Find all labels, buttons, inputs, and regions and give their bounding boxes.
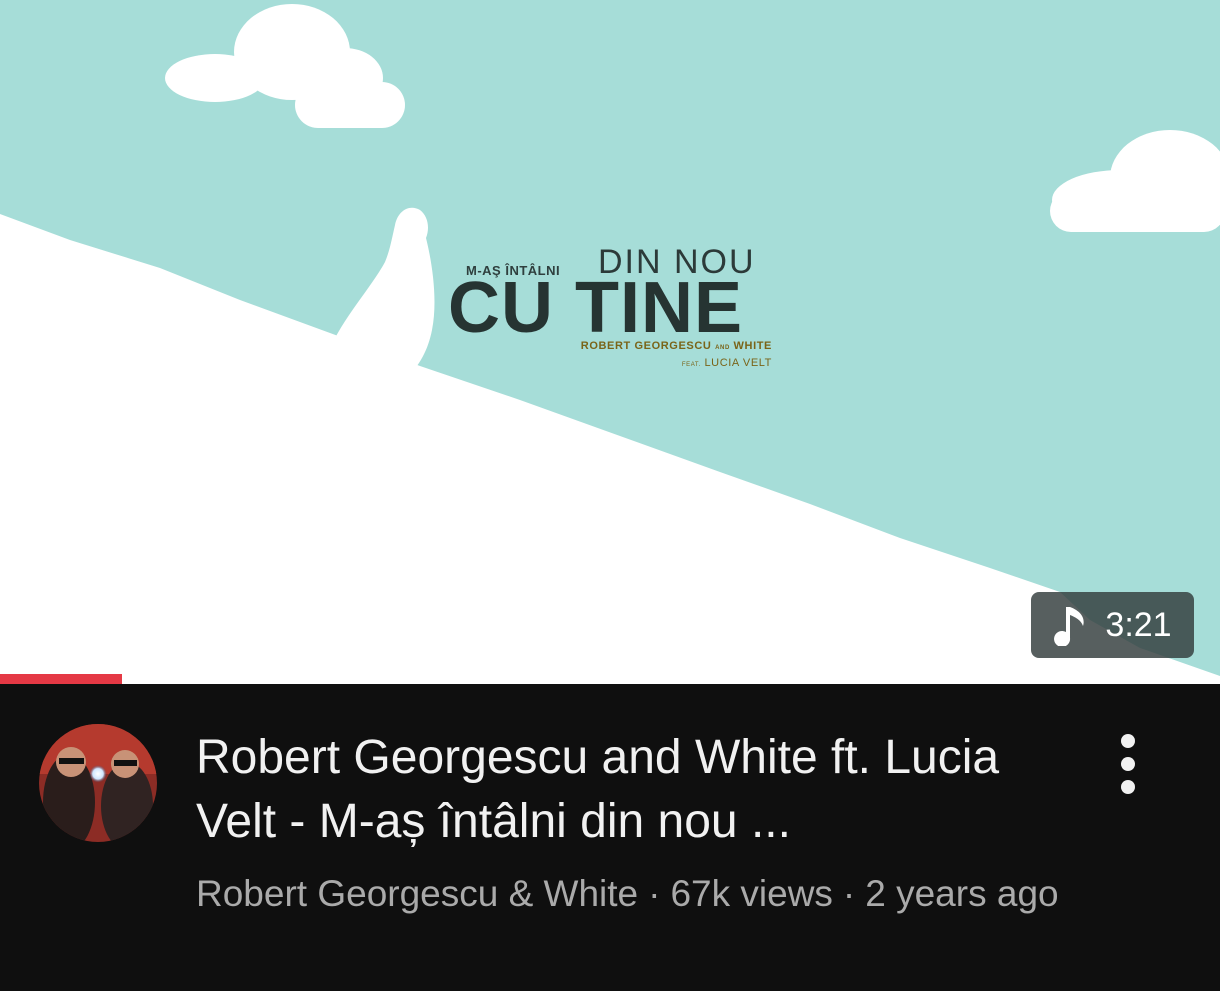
view-count: 67k views	[670, 873, 833, 914]
video-title[interactable]: Robert Georgescu and White ft. Lucia Vel…	[196, 726, 1076, 854]
art-feat-label: FEAT.	[681, 362, 701, 368]
video-thumbnail[interactable]: M-AŞ ÎNTÂLNI DIN NOU CU TINE ROBERT GEOR…	[0, 0, 1220, 684]
separator-dot: ·	[842, 873, 856, 914]
duration-text: 3:21	[1105, 605, 1172, 644]
music-note-icon	[1053, 604, 1087, 646]
more-dot	[1121, 780, 1135, 794]
watch-progress-fill	[0, 674, 122, 684]
channel-avatar[interactable]	[39, 724, 157, 842]
art-artist-1: ROBERT GEORGESCU	[580, 340, 712, 352]
separator-dot: ·	[648, 873, 661, 914]
thumbnail-title-art: M-AŞ ÎNTÂLNI DIN NOU CU TINE ROBERT GEOR…	[448, 240, 778, 380]
cloud-left	[165, 4, 405, 128]
video-metadata: Robert Georgescu & White · 67k views · 2 yea…	[196, 867, 1096, 921]
video-info: Robert Georgescu and White ft. Lucia Vel…	[0, 684, 1220, 991]
art-artist-2: WHITE	[733, 340, 772, 352]
art-featuring: FEAT. LUCIA VELT	[682, 357, 772, 369]
art-artists: ROBERT GEORGESCU AND WHITE	[581, 340, 772, 352]
watch-progress-bar	[0, 674, 1220, 684]
channel-name[interactable]: Robert Georgescu & White	[196, 873, 638, 914]
art-featured-artist: LUCIA VELT	[704, 357, 772, 369]
duration-badge: 3:21	[1031, 592, 1194, 658]
more-dot	[1121, 757, 1135, 771]
upload-age: 2 years ago	[865, 873, 1059, 914]
cloud-right	[1050, 130, 1220, 232]
art-cu-tine: CU TINE	[448, 268, 743, 348]
more-dot	[1121, 734, 1135, 748]
art-and: AND	[715, 345, 730, 351]
more-vert-icon[interactable]	[1108, 729, 1148, 799]
